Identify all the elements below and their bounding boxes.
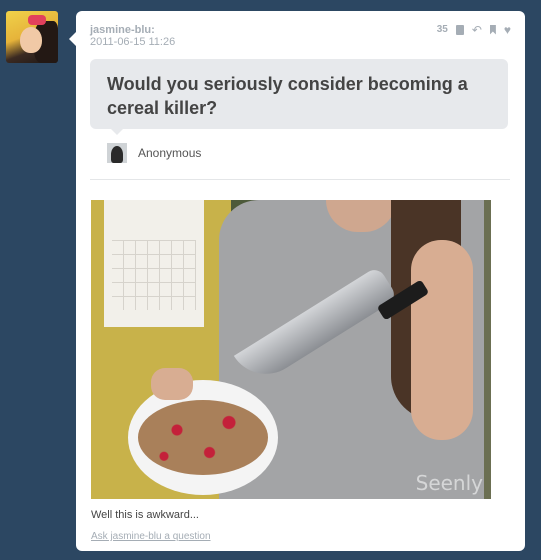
post-card: jasmine-blu: 2011-06-15 11:26 35 ↶ ♥ Wou… <box>76 11 525 551</box>
avatar-face <box>20 27 42 53</box>
photo-hand <box>151 368 193 400</box>
question-bubble-tail <box>111 129 123 135</box>
asker-name: Anonymous <box>138 146 202 160</box>
photo-calendar <box>104 200 204 327</box>
ask-link[interactable]: Ask jasmine-blu a question <box>91 531 211 542</box>
question-text: Would you seriously consider becoming a … <box>107 74 468 118</box>
post-pointer <box>69 32 76 46</box>
anonymous-avatar-icon <box>107 143 127 163</box>
bookmark-icon[interactable] <box>489 24 496 35</box>
question-bubble: Would you seriously consider becoming a … <box>90 59 508 129</box>
post-username[interactable]: jasmine-blu: <box>90 24 175 36</box>
asker: Anonymous <box>107 143 201 163</box>
notes-icon[interactable] <box>455 24 464 35</box>
answer-caption: Well this is awkward... <box>91 509 199 521</box>
avatar-bow <box>28 15 46 25</box>
photo-watermark: Seenly <box>415 471 483 495</box>
photo-cereal <box>138 400 268 475</box>
photo-arm <box>411 240 473 440</box>
reblog-icon[interactable]: ↶ <box>472 24 482 36</box>
post-controls: 35 ↶ ♥ <box>437 24 511 36</box>
like-icon[interactable]: ♥ <box>504 24 511 36</box>
post-timestamp[interactable]: 2011-06-15 11:26 <box>90 36 175 48</box>
blog-avatar[interactable] <box>6 11 58 63</box>
note-count[interactable]: 35 <box>437 24 448 35</box>
answer-photo[interactable]: Seenly <box>91 200 491 499</box>
divider <box>90 179 510 180</box>
post-meta: jasmine-blu: 2011-06-15 11:26 <box>90 24 175 48</box>
